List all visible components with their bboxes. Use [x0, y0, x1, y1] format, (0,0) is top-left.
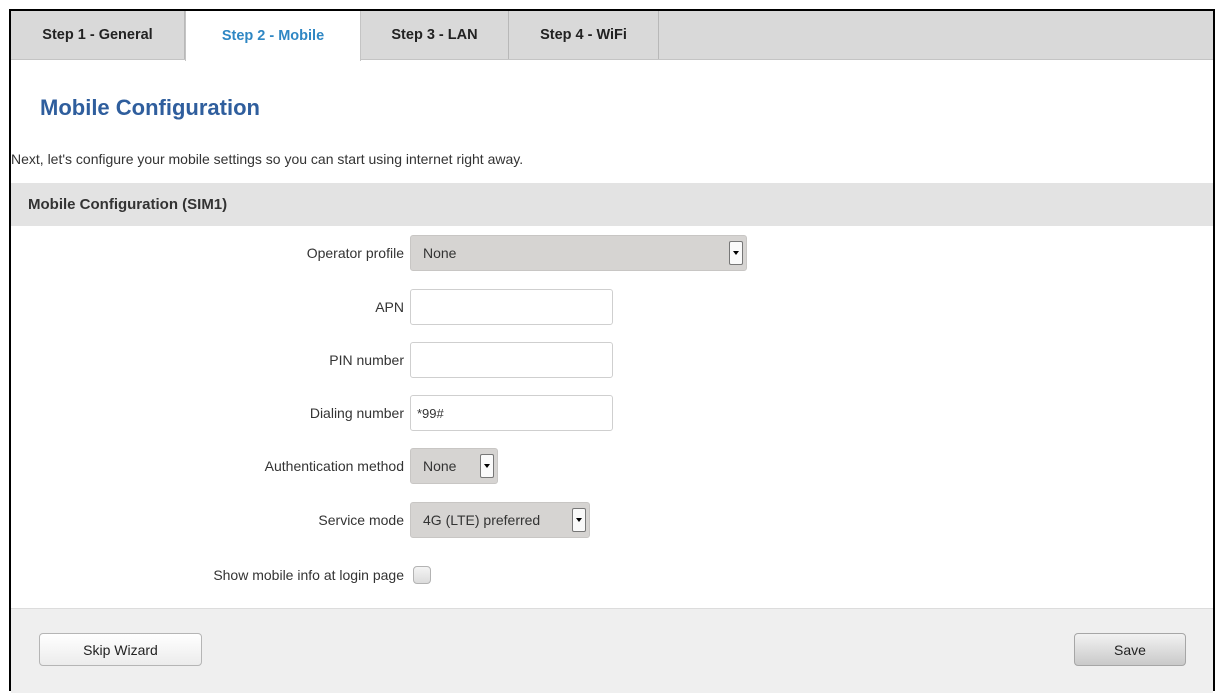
dialing-row: Dialing number [11, 395, 1213, 431]
section-title: Mobile Configuration (SIM1) [28, 196, 228, 213]
dialing-label: Dialing number [309, 405, 404, 421]
operator-profile-label: Operator profile [306, 245, 404, 261]
pin-input[interactable] [410, 342, 613, 378]
pin-label: PIN number [329, 352, 404, 368]
auth-method-value: None [423, 458, 457, 474]
page-title: Mobile Configuration [40, 95, 260, 120]
apn-input[interactable] [410, 289, 613, 325]
show-mobile-info-row: Show mobile info at login page [11, 557, 1213, 593]
tab-lan[interactable]: Step 3 - LAN [361, 11, 509, 59]
tab-wifi[interactable]: Step 4 - WiFi [509, 11, 659, 59]
section-header: Mobile Configuration (SIM1) [11, 183, 1213, 226]
tab-mobile[interactable]: Step 2 - Mobile [185, 11, 361, 61]
skip-wizard-button[interactable]: Skip Wizard [39, 633, 202, 666]
chevron-down-icon [572, 508, 586, 532]
page-intro: Next, let's configure your mobile settin… [11, 151, 524, 167]
auth-row: Authentication method None [11, 448, 1213, 484]
show-mobile-info-checkbox[interactable] [413, 566, 431, 584]
dialing-input[interactable] [410, 395, 613, 431]
wizard-footer: Skip Wizard Save [11, 608, 1213, 693]
service-mode-select[interactable]: 4G (LTE) preferred [410, 502, 590, 538]
wizard-tabs: Step 1 - General Step 2 - Mobile Step 3 … [11, 11, 1213, 61]
chevron-down-icon [729, 241, 743, 265]
auth-label: Authentication method [264, 458, 404, 474]
operator-profile-value: None [423, 245, 457, 261]
operator-profile-select[interactable]: None [410, 235, 747, 271]
chevron-down-icon [480, 454, 494, 478]
auth-method-select[interactable]: None [410, 448, 498, 484]
apn-label: APN [375, 299, 404, 315]
service-mode-row: Service mode 4G (LTE) preferred [11, 502, 1213, 538]
operator-profile-row: Operator profile None [11, 235, 1213, 271]
service-mode-value: 4G (LTE) preferred [423, 512, 541, 528]
pin-row: PIN number [11, 342, 1213, 378]
save-button[interactable]: Save [1074, 633, 1186, 666]
wizard-frame: Step 1 - General Step 2 - Mobile Step 3 … [9, 9, 1215, 693]
service-mode-label: Service mode [318, 512, 404, 528]
apn-row: APN [11, 289, 1213, 325]
show-mobile-info-label: Show mobile info at login page [213, 567, 404, 583]
tab-general[interactable]: Step 1 - General [11, 11, 185, 59]
